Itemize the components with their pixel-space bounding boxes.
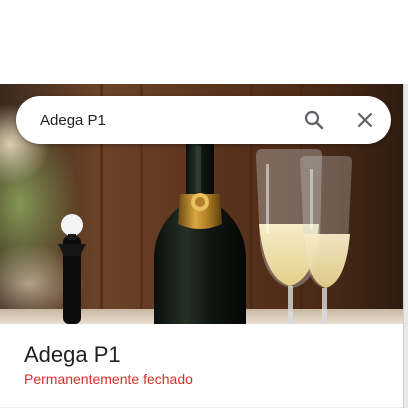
place-info: Adega P1 Permanentemente fechado — [0, 324, 403, 408]
maps-page: Adega P1 Permanentemente fechado — [0, 0, 408, 408]
place-panel: Adega P1 Permanentemente fechado — [0, 84, 403, 408]
status-badge: Permanentemente fechado — [24, 371, 193, 387]
close-icon — [357, 112, 373, 128]
search-button[interactable] — [290, 96, 338, 144]
scrollbar[interactable] — [403, 84, 408, 408]
search-input[interactable] — [40, 96, 290, 144]
blank-area — [0, 0, 408, 84]
search-icon — [304, 110, 324, 130]
clear-search-button[interactable] — [341, 96, 389, 144]
search-box — [16, 96, 391, 144]
place-title: Adega P1 — [24, 342, 121, 367]
